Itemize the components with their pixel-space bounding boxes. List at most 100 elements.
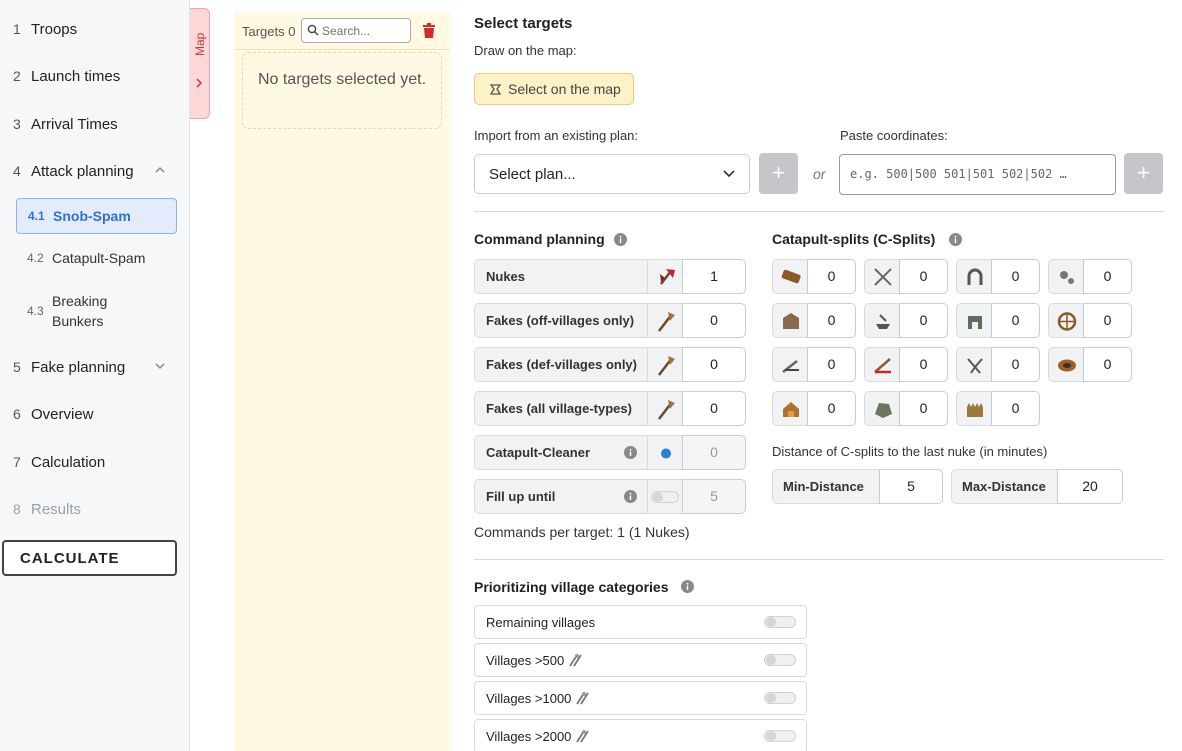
- command-label: Fill up until: [474, 479, 648, 514]
- csplit-input[interactable]: 0: [899, 303, 948, 338]
- nav-item-calculation[interactable]: 7 Calculation: [0, 444, 190, 480]
- sub-item-snob-spam[interactable]: 4.1 Snob-Spam: [16, 198, 177, 234]
- csplit-input[interactable]: 0: [899, 259, 948, 294]
- sub-number: 4.2: [27, 251, 44, 265]
- units-icon: [569, 654, 582, 667]
- nav-item-results: 8 Results: [0, 491, 190, 527]
- csplit-input[interactable]: 0: [1083, 259, 1132, 294]
- sub-item-catapult-spam[interactable]: 4.2 Catapult-Spam: [16, 240, 177, 276]
- wall-icon: [956, 391, 992, 426]
- calculate-button[interactable]: CALCULATE: [2, 540, 177, 576]
- divider: [474, 211, 1164, 212]
- prioritizing-title: Prioritizing village categories: [474, 579, 669, 595]
- chevron-down-icon: [723, 170, 735, 178]
- csplit-input[interactable]: 0: [1083, 303, 1132, 338]
- fakes-all-input[interactable]: 0: [682, 391, 746, 426]
- nav-number: 8: [13, 501, 21, 517]
- csplit-cell: 0: [864, 347, 948, 382]
- coordinates-textarea[interactable]: e.g. 500|500 501|501 502|502 …: [839, 154, 1116, 195]
- targets-count: Targets 0: [242, 24, 296, 39]
- import-plan-add-button[interactable]: +: [759, 153, 798, 194]
- command-label: Nukes: [474, 259, 648, 294]
- info-icon[interactable]: [949, 233, 962, 246]
- nav-number: 3: [13, 116, 21, 132]
- select-on-map-label: Select on the map: [508, 81, 621, 97]
- divider: [474, 559, 1164, 560]
- fill-up-toggle[interactable]: [647, 479, 683, 514]
- info-icon[interactable]: [624, 490, 637, 503]
- csplit-cell: 0: [864, 303, 948, 338]
- priority-label: Villages >2000: [486, 728, 572, 744]
- csplit-cell: 0: [772, 347, 856, 382]
- max-distance-label: Max-Distance: [951, 469, 1058, 504]
- or-label: or: [813, 166, 826, 182]
- nav-item-troops[interactable]: 1 Troops: [0, 11, 190, 47]
- market-icon: [772, 391, 808, 426]
- csplit-cell: 0: [956, 303, 1040, 338]
- plan-select[interactable]: Select plan...: [474, 154, 750, 194]
- paste-coordinates-add-button[interactable]: +: [1124, 153, 1163, 194]
- command-row-fakes-off: Fakes (off-villages only) 0: [474, 303, 746, 338]
- catapult-cleaner-input[interactable]: 0: [682, 435, 746, 470]
- crossed-swords-icon: [864, 259, 900, 294]
- nav-number: 1: [13, 21, 21, 37]
- nav-item-launch-times[interactable]: 2 Launch times: [0, 58, 190, 94]
- priority-label: Villages >1000: [486, 690, 572, 706]
- csplit-cell: 0: [864, 259, 948, 294]
- csplit-input[interactable]: 0: [807, 259, 856, 294]
- select-targets-title: Select targets: [474, 15, 573, 32]
- nav-label: Fake planning: [31, 358, 126, 376]
- nav-item-arrival-times[interactable]: 3 Arrival Times: [0, 106, 190, 142]
- fakes-def-input[interactable]: 0: [682, 347, 746, 382]
- csplit-input[interactable]: 0: [991, 391, 1040, 426]
- info-icon[interactable]: [614, 233, 627, 246]
- priority-toggle[interactable]: [764, 654, 796, 666]
- csplit-input[interactable]: 0: [807, 391, 856, 426]
- gate-icon: [956, 303, 992, 338]
- smith-icon: [864, 303, 900, 338]
- nav-number: 7: [13, 454, 21, 470]
- priority-toggle[interactable]: [764, 730, 796, 742]
- sub-item-breaking-bunkers[interactable]: 4.3 Breaking Bunkers: [16, 288, 177, 334]
- min-distance-input[interactable]: 5: [879, 469, 943, 504]
- csplit-input[interactable]: 0: [1083, 347, 1132, 382]
- blue-dot-icon[interactable]: [647, 435, 683, 470]
- sub-label: Snob-Spam: [53, 208, 131, 224]
- priority-label: Villages >500: [486, 652, 565, 668]
- units-icon: [576, 730, 590, 743]
- csplit-input[interactable]: 0: [991, 347, 1040, 382]
- csplit-cell: 0: [956, 391, 1040, 426]
- nav-item-attack-planning[interactable]: 4 Attack planning: [0, 153, 190, 189]
- csplit-input[interactable]: 0: [899, 347, 948, 382]
- csplits-title: Catapult-splits (C-Splits): [772, 231, 936, 247]
- nav-label: Attack planning: [31, 162, 134, 180]
- priority-toggle[interactable]: [764, 692, 796, 704]
- fill-up-input[interactable]: 5: [682, 479, 746, 514]
- csplit-input[interactable]: 0: [899, 391, 948, 426]
- nav-item-fake-planning[interactable]: 5 Fake planning: [0, 349, 190, 385]
- max-distance-input[interactable]: 20: [1057, 469, 1123, 504]
- csplit-input[interactable]: 0: [991, 259, 1040, 294]
- csplit-cell: 0: [956, 259, 1040, 294]
- coordinates-placeholder: e.g. 500|500 501|501 502|502 …: [850, 167, 1067, 181]
- wood-icon: [772, 259, 808, 294]
- nav-item-overview[interactable]: 6 Overview: [0, 396, 190, 432]
- command-row-catapult-cleaner: Catapult-Cleaner 0: [474, 435, 746, 470]
- info-icon[interactable]: [624, 446, 637, 459]
- nav-label: Calculation: [31, 453, 106, 471]
- csplit-cell: 0: [1048, 303, 1132, 338]
- priority-toggle[interactable]: [764, 616, 796, 628]
- axe-icon: [647, 259, 683, 294]
- trash-icon[interactable]: [422, 22, 436, 39]
- csplit-input[interactable]: 0: [807, 347, 856, 382]
- select-on-map-button[interactable]: Select on the map: [474, 73, 634, 105]
- info-icon[interactable]: [681, 580, 694, 593]
- sub-number: 4.3: [27, 304, 44, 318]
- csplit-input[interactable]: 0: [991, 303, 1040, 338]
- map-tab[interactable]: Map: [190, 8, 210, 119]
- nukes-input[interactable]: 1: [682, 259, 746, 294]
- map-tab-label: Map: [193, 32, 207, 56]
- fakes-off-input[interactable]: 0: [682, 303, 746, 338]
- priority-row-2000: Villages >2000: [474, 719, 807, 751]
- csplit-input[interactable]: 0: [807, 303, 856, 338]
